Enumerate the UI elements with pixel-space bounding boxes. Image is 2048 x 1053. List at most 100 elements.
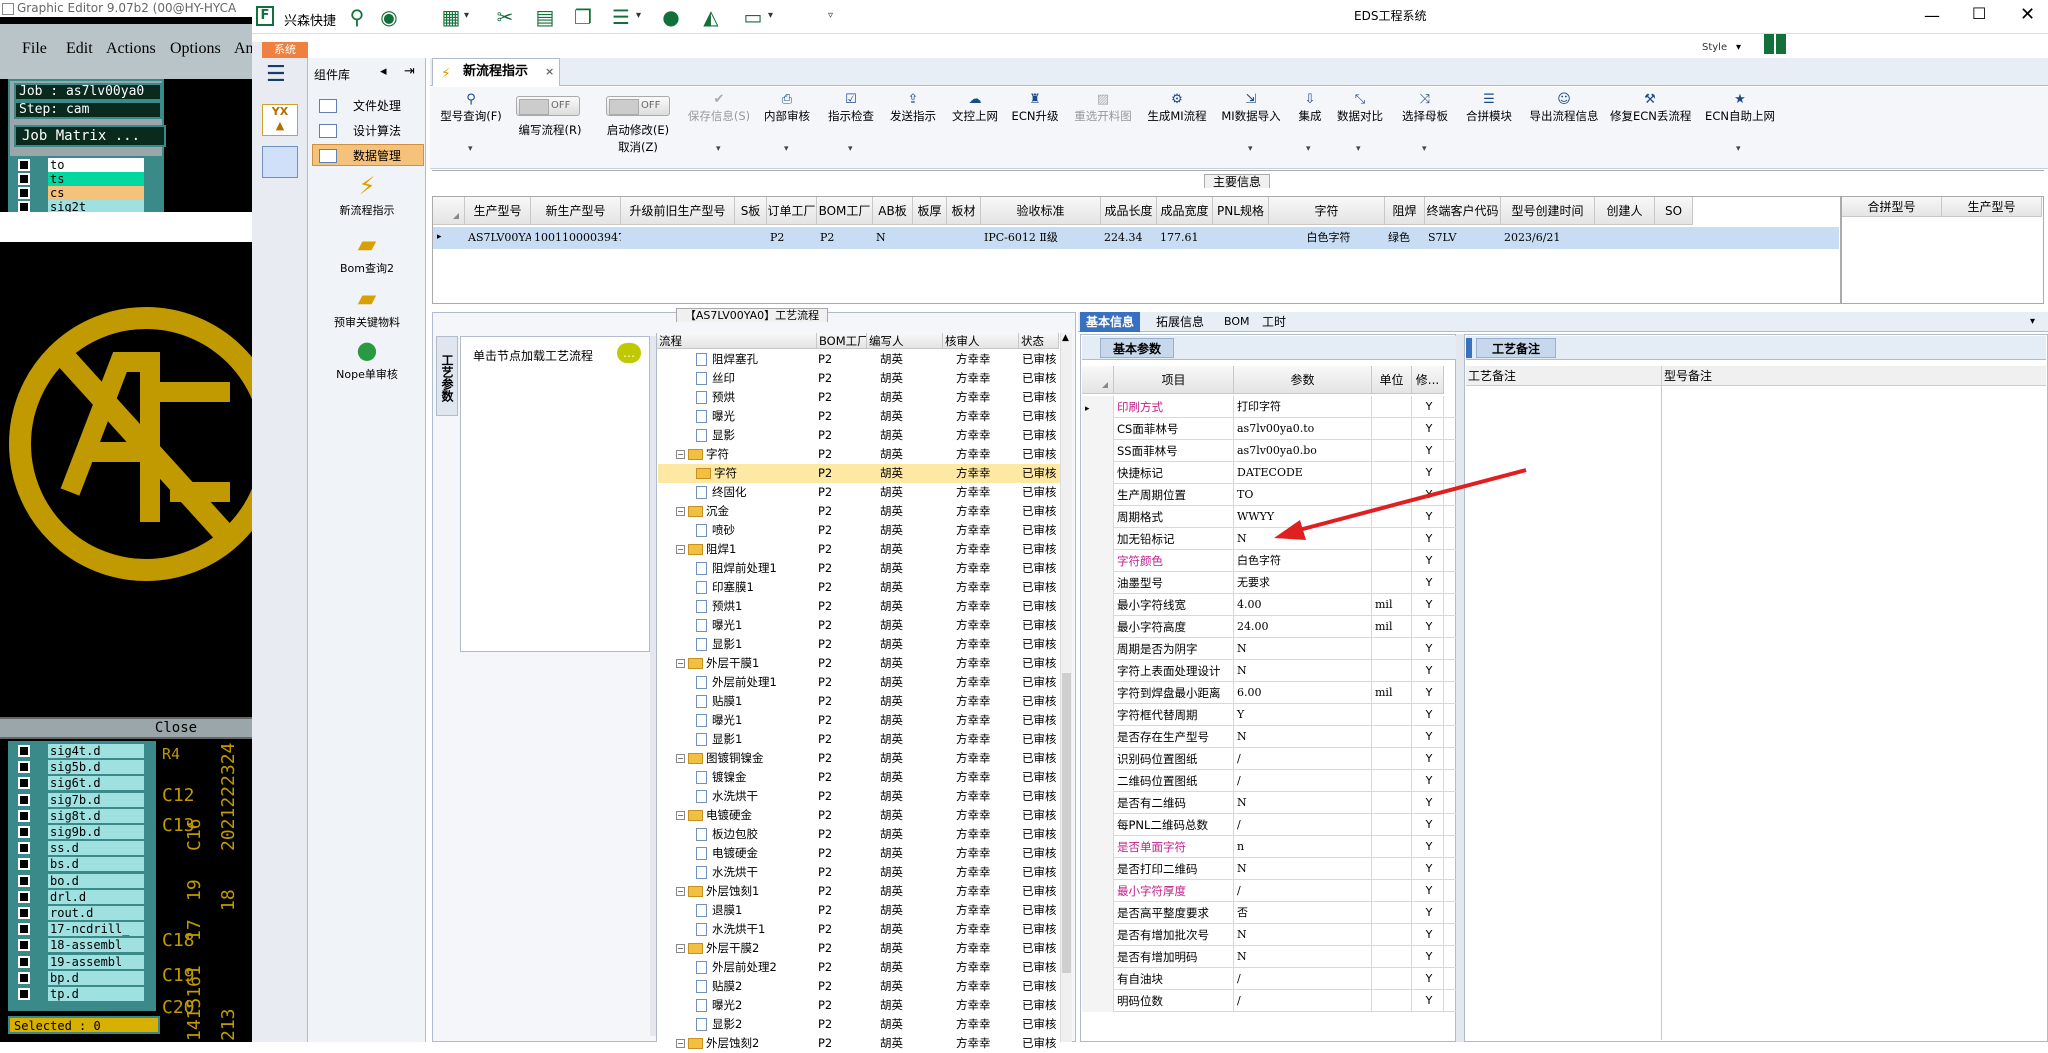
tree-row[interactable]: 显影1 P2 胡英 方幸幸 已审核	[658, 635, 1062, 654]
grid-header-cell[interactable]: S板	[735, 197, 767, 225]
collapse-icon[interactable]: −	[676, 887, 685, 896]
grid-cell[interactable]: 绿色	[1385, 227, 1425, 249]
chevron-down-icon[interactable]: ▾	[1736, 144, 1741, 154]
layer-checkbox[interactable]	[18, 874, 30, 887]
collapse-icon[interactable]: −	[676, 545, 685, 554]
tree-row[interactable]: 镀镍金 P2 胡英 方幸幸 已审核	[658, 768, 1062, 787]
tree-row[interactable]: 喷砂 P2 胡英 方幸幸 已审核	[658, 521, 1062, 540]
layer-checkbox[interactable]	[18, 955, 30, 968]
collapse-icon[interactable]: −	[676, 754, 685, 763]
chevron-down-icon[interactable]: ▾	[716, 144, 721, 154]
integrate-button[interactable]: ⇩ 集成	[1294, 92, 1326, 124]
tool-nope-review[interactable]: ● Nope单审核	[310, 336, 424, 382]
layer-checkbox[interactable]	[18, 971, 30, 984]
tab-bom[interactable]: BOM	[1218, 312, 1256, 332]
chevron-down-icon[interactable]: ▾	[636, 10, 641, 21]
param-row[interactable]: SS面菲林号 as7lv00ya0.bo Y	[1082, 440, 1456, 462]
param-row[interactable]: 是否打印二维码 N Y	[1082, 858, 1456, 880]
tools-app-icon[interactable]	[262, 146, 298, 178]
param-row[interactable]: 二维码位置图纸 / Y	[1082, 770, 1456, 792]
param-row[interactable]: 每PNL二维码总数 / Y	[1082, 814, 1456, 836]
chevron-left-icon[interactable]: ◂	[380, 64, 387, 79]
layer-checkbox[interactable]	[18, 809, 30, 822]
search-icon[interactable]: ⚲	[344, 5, 370, 29]
tree-row[interactable]: 水洗烘干 P2 胡英 方幸幸 已审核	[658, 863, 1062, 882]
param-value[interactable]: /	[1234, 990, 1372, 1012]
chevron-down-icon[interactable]: ▾	[468, 144, 473, 154]
param-value[interactable]: n	[1234, 836, 1372, 858]
comment-icon[interactable]: …	[617, 343, 641, 363]
grid-cell[interactable]: IPC-6012 Ⅱ级	[981, 227, 1101, 249]
param-value[interactable]: /	[1234, 748, 1372, 770]
grid-cell[interactable]: 白色字符	[1269, 227, 1385, 249]
layer-row[interactable]: rout.d	[12, 906, 144, 920]
param-row[interactable]: 识别码位置图纸 / Y	[1082, 748, 1456, 770]
send-instruction-button[interactable]: ⇪ 发送指示	[886, 92, 940, 124]
tab-basic-info[interactable]: 基本信息	[1080, 312, 1141, 332]
grid-header-cell[interactable]: 验收标准	[981, 197, 1101, 225]
user-icon[interactable]: ●	[658, 5, 684, 29]
grid-header-cell[interactable]: 成品宽度	[1157, 197, 1213, 225]
layer-row[interactable]: 18-assembl	[12, 938, 144, 953]
grid-cell[interactable]: S7LV	[1425, 227, 1501, 249]
component-design-algorithm[interactable]: 设计算法	[312, 119, 424, 141]
collapse-icon[interactable]: −	[676, 450, 685, 459]
tree-row[interactable]: 字符 P2 胡英 方幸幸 已审核	[658, 464, 1062, 483]
grid-header-cell[interactable]: 终端客户代码	[1425, 197, 1501, 225]
menu-icon[interactable]: ☰	[266, 64, 286, 86]
job-matrix-button[interactable]: Job Matrix ...	[14, 125, 166, 147]
layer-row[interactable]: to	[12, 158, 144, 172]
param-row[interactable]: 是否高平整度要求否 Y	[1082, 902, 1456, 924]
layer-checkbox[interactable]	[18, 159, 30, 171]
more-icon[interactable]: ▿	[828, 10, 833, 21]
grid-cell[interactable]: 177.61	[1157, 227, 1213, 249]
tree-row[interactable]: 曝光1 P2 胡英 方幸幸 已审核	[658, 616, 1062, 635]
grid-cell[interactable]: AS7LV00YA0	[465, 227, 531, 249]
grid-header-cell[interactable]: AB板	[873, 197, 913, 225]
write-process-toggle[interactable]: OFF	[516, 96, 580, 116]
tree-row[interactable]: − 字符 P2 胡英 方幸幸 已审核	[658, 445, 1062, 464]
layer-checkbox[interactable]	[18, 988, 30, 1000]
grid-cell[interactable]	[621, 227, 735, 249]
layer-row[interactable]: 17-ncdrill_	[12, 922, 144, 937]
scissors-icon[interactable]: ✂	[492, 5, 518, 29]
tree-row[interactable]: 贴膜1 P2 胡英 方幸幸 已审核	[658, 692, 1062, 711]
param-row[interactable]: 字符到焊盘最小距离 6.00 mil Y	[1082, 682, 1456, 704]
ecn-self-online-button[interactable]: ★ ECN自助上网	[1704, 92, 1776, 124]
chevron-down-icon[interactable]: ▾	[1422, 144, 1427, 154]
param-value[interactable]: as7lv00ya0.to	[1234, 418, 1372, 440]
pin-icon[interactable]: ⇥	[404, 64, 415, 79]
tree-row[interactable]: 显影 P2 胡英 方幸幸 已审核	[658, 426, 1062, 445]
layer-row[interactable]: bs.d	[12, 857, 144, 872]
param-value[interactable]: /	[1234, 770, 1372, 792]
param-row[interactable]: 明码位数 / Y	[1082, 990, 1456, 1012]
layer-row[interactable]: sig8t.d	[12, 808, 144, 823]
grid-header-cell[interactable]: 板材	[947, 197, 981, 225]
process-params-vtab[interactable]: 工艺参数	[436, 336, 458, 416]
layer-row[interactable]: tp.d	[12, 987, 144, 1001]
ecn-upgrade-button[interactable]: ♜ ECN升级	[1008, 92, 1062, 124]
tree-scrollbar[interactable]: ▲	[1060, 333, 1072, 1042]
layer-row[interactable]: sig7b.d	[12, 792, 144, 807]
layer-checkbox[interactable]	[18, 777, 30, 790]
layer-row[interactable]: sig9b.d	[12, 825, 144, 839]
layer-checkbox[interactable]	[18, 923, 30, 936]
grid-cell[interactable]: P2	[767, 227, 817, 249]
pcb-canvas[interactable]	[0, 242, 252, 714]
layer-checkbox[interactable]	[18, 907, 30, 919]
tree-row[interactable]: 阻焊前处理1 P2 胡英 方幸幸 已审核	[658, 559, 1062, 578]
tree-row[interactable]: 曝光2 P2 胡英 方幸幸 已审核	[658, 996, 1062, 1015]
param-row[interactable]: CS面菲林号 as7lv00ya0.to Y	[1082, 418, 1456, 440]
tree-row[interactable]: 预烘 P2 胡英 方幸幸 已审核	[658, 388, 1062, 407]
globe-icon[interactable]: ◉	[376, 5, 402, 29]
grid-header-cell[interactable]: SO	[1655, 197, 1693, 225]
tree-row[interactable]: 水洗烘干1 P2 胡英 方幸幸 已审核	[658, 920, 1062, 939]
tab-extended-info[interactable]: 拓展信息	[1150, 312, 1210, 332]
tree-row[interactable]: 退膜1 P2 胡英 方幸幸 已审核	[658, 901, 1062, 920]
tree-row[interactable]: 丝印 P2 胡英 方幸幸 已审核	[658, 369, 1062, 388]
internal-review-button[interactable]: ⎙ 内部审核	[760, 92, 814, 124]
chart-icon[interactable]: ◭	[698, 5, 724, 29]
param-row[interactable]: 字符颜色 白色字符 Y	[1082, 550, 1456, 572]
model-notes-text[interactable]	[1662, 386, 2046, 1040]
param-row[interactable]: 是否单面字符 n Y	[1082, 836, 1456, 858]
